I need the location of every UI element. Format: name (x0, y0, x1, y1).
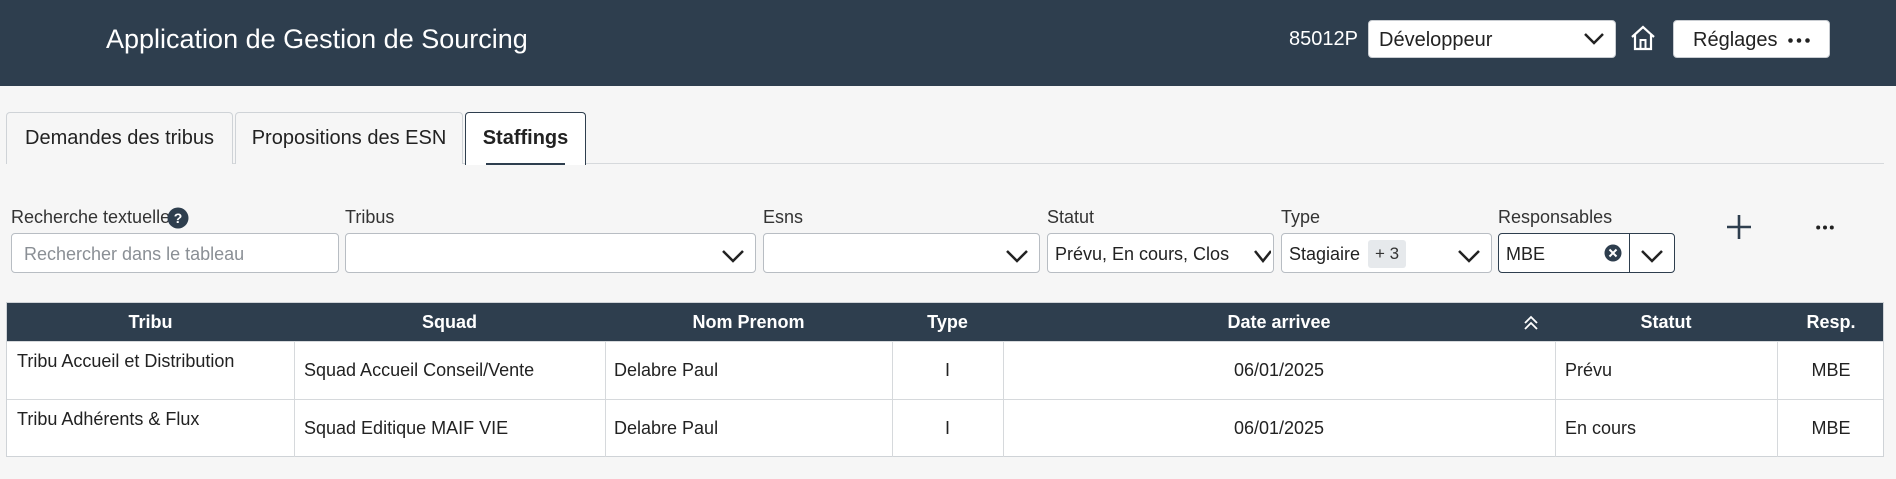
user-id: 85012P (1289, 28, 1358, 50)
chevron-down-icon[interactable] (1640, 248, 1664, 264)
column-header-tribu[interactable]: Tribu (7, 312, 294, 333)
clear-icon[interactable] (1604, 244, 1622, 262)
svg-text:?: ? (174, 210, 183, 226)
more-horizontal-icon[interactable] (1816, 225, 1834, 230)
cell-tribu: Tribu Adhérents & Flux (17, 409, 200, 429)
role-select-value: Développeur (1379, 29, 1493, 51)
cell-resp: MBE (1811, 360, 1851, 380)
type-extra-count-badge: + 3 (1368, 240, 1407, 268)
active-tab-underline (486, 163, 565, 165)
cell-statut: En cours (1565, 418, 1637, 438)
chevron-down-icon (1458, 250, 1480, 263)
type-select[interactable]: Stagiaire + 3 (1281, 233, 1492, 273)
statut-select-value: Prévu, En cours, Clos (1055, 244, 1230, 264)
tab-propositions-des-esn[interactable]: Propositions des ESN (235, 112, 463, 164)
cell-nom-prenom: Delabre Paul (614, 360, 719, 380)
search-input-placeholder: Rechercher dans le tableau (24, 244, 245, 264)
tab-demandes-des-tribus[interactable]: Demandes des tribus (6, 112, 233, 164)
tab-label: Propositions des ESN (251, 127, 447, 149)
search-input[interactable]: Rechercher dans le tableau (11, 233, 339, 273)
cell-squad: Squad Editique MAIF VIE (304, 418, 509, 438)
column-header-statut[interactable]: Statut (1555, 312, 1777, 333)
cell-squad: Squad Accueil Conseil/Vente (304, 360, 535, 380)
staffings-table: Tribu Squad Nom Prenom Type Date arrivee… (6, 302, 1884, 457)
column-header-resp[interactable]: Resp. (1777, 312, 1885, 333)
responsables-select-value: MBE (1506, 244, 1546, 264)
cell-date-arrivee: 06/01/2025 (1233, 360, 1325, 380)
top-header: Application de Gestion de Sourcing 85012… (0, 0, 1896, 86)
role-select[interactable]: Développeur (1368, 20, 1616, 58)
table-row[interactable]: Tribu Accueil et Distribution Squad Accu… (7, 341, 1883, 399)
responsables-label: Responsables (1498, 207, 1613, 227)
cell-type: I (944, 418, 950, 438)
chevron-down-icon (1584, 33, 1604, 45)
cell-type: I (944, 360, 950, 380)
app-title: Application de Gestion de Sourcing (106, 24, 528, 54)
column-header-type[interactable]: Type (892, 312, 1003, 333)
esns-label: Esns (763, 207, 804, 227)
tab-staffings[interactable]: Staffings (465, 112, 586, 165)
tab-label: Demandes des tribus (25, 127, 214, 149)
responsables-divider (1629, 234, 1630, 272)
tribus-label: Tribus (345, 207, 395, 227)
column-header-squad[interactable]: Squad (294, 312, 605, 333)
chevron-down-icon (722, 250, 744, 263)
esns-select[interactable] (763, 233, 1040, 273)
column-header-nom-prenom[interactable]: Nom Prenom (605, 312, 892, 333)
sort-ascending-icon[interactable] (1523, 315, 1539, 331)
help-icon[interactable]: ? (167, 207, 189, 229)
cell-statut: Prévu (1565, 360, 1613, 380)
type-label: Type (1281, 207, 1321, 227)
statut-select[interactable]: Prévu, En cours, Clos (1047, 233, 1274, 273)
settings-button[interactable]: Réglages (1673, 20, 1830, 58)
more-horizontal-icon (1788, 38, 1810, 43)
table-header: Tribu Squad Nom Prenom Type Date arrivee… (7, 303, 1883, 341)
chevron-down-icon (1254, 250, 1271, 264)
type-select-value: Stagiaire (1289, 244, 1361, 264)
add-icon[interactable] (1726, 214, 1752, 240)
search-label: Recherche textuelle (11, 207, 171, 227)
table-row[interactable]: Tribu Adhérents & Flux Squad Editique MA… (7, 399, 1883, 457)
statut-label: Statut (1047, 207, 1095, 227)
cell-tribu: Tribu Accueil et Distribution (17, 351, 235, 371)
home-icon[interactable] (1628, 23, 1658, 53)
cell-nom-prenom: Delabre Paul (614, 418, 719, 438)
cell-date-arrivee: 06/01/2025 (1233, 418, 1325, 438)
tribus-select[interactable] (345, 233, 756, 273)
responsables-select[interactable]: MBE (1498, 233, 1675, 273)
cell-resp: MBE (1811, 418, 1851, 438)
tab-label: Staffings (482, 127, 569, 149)
column-header-date-arrivee[interactable]: Date arrivee (1003, 312, 1555, 333)
chevron-down-icon (1006, 250, 1028, 263)
settings-button-label: Réglages (1693, 29, 1778, 51)
